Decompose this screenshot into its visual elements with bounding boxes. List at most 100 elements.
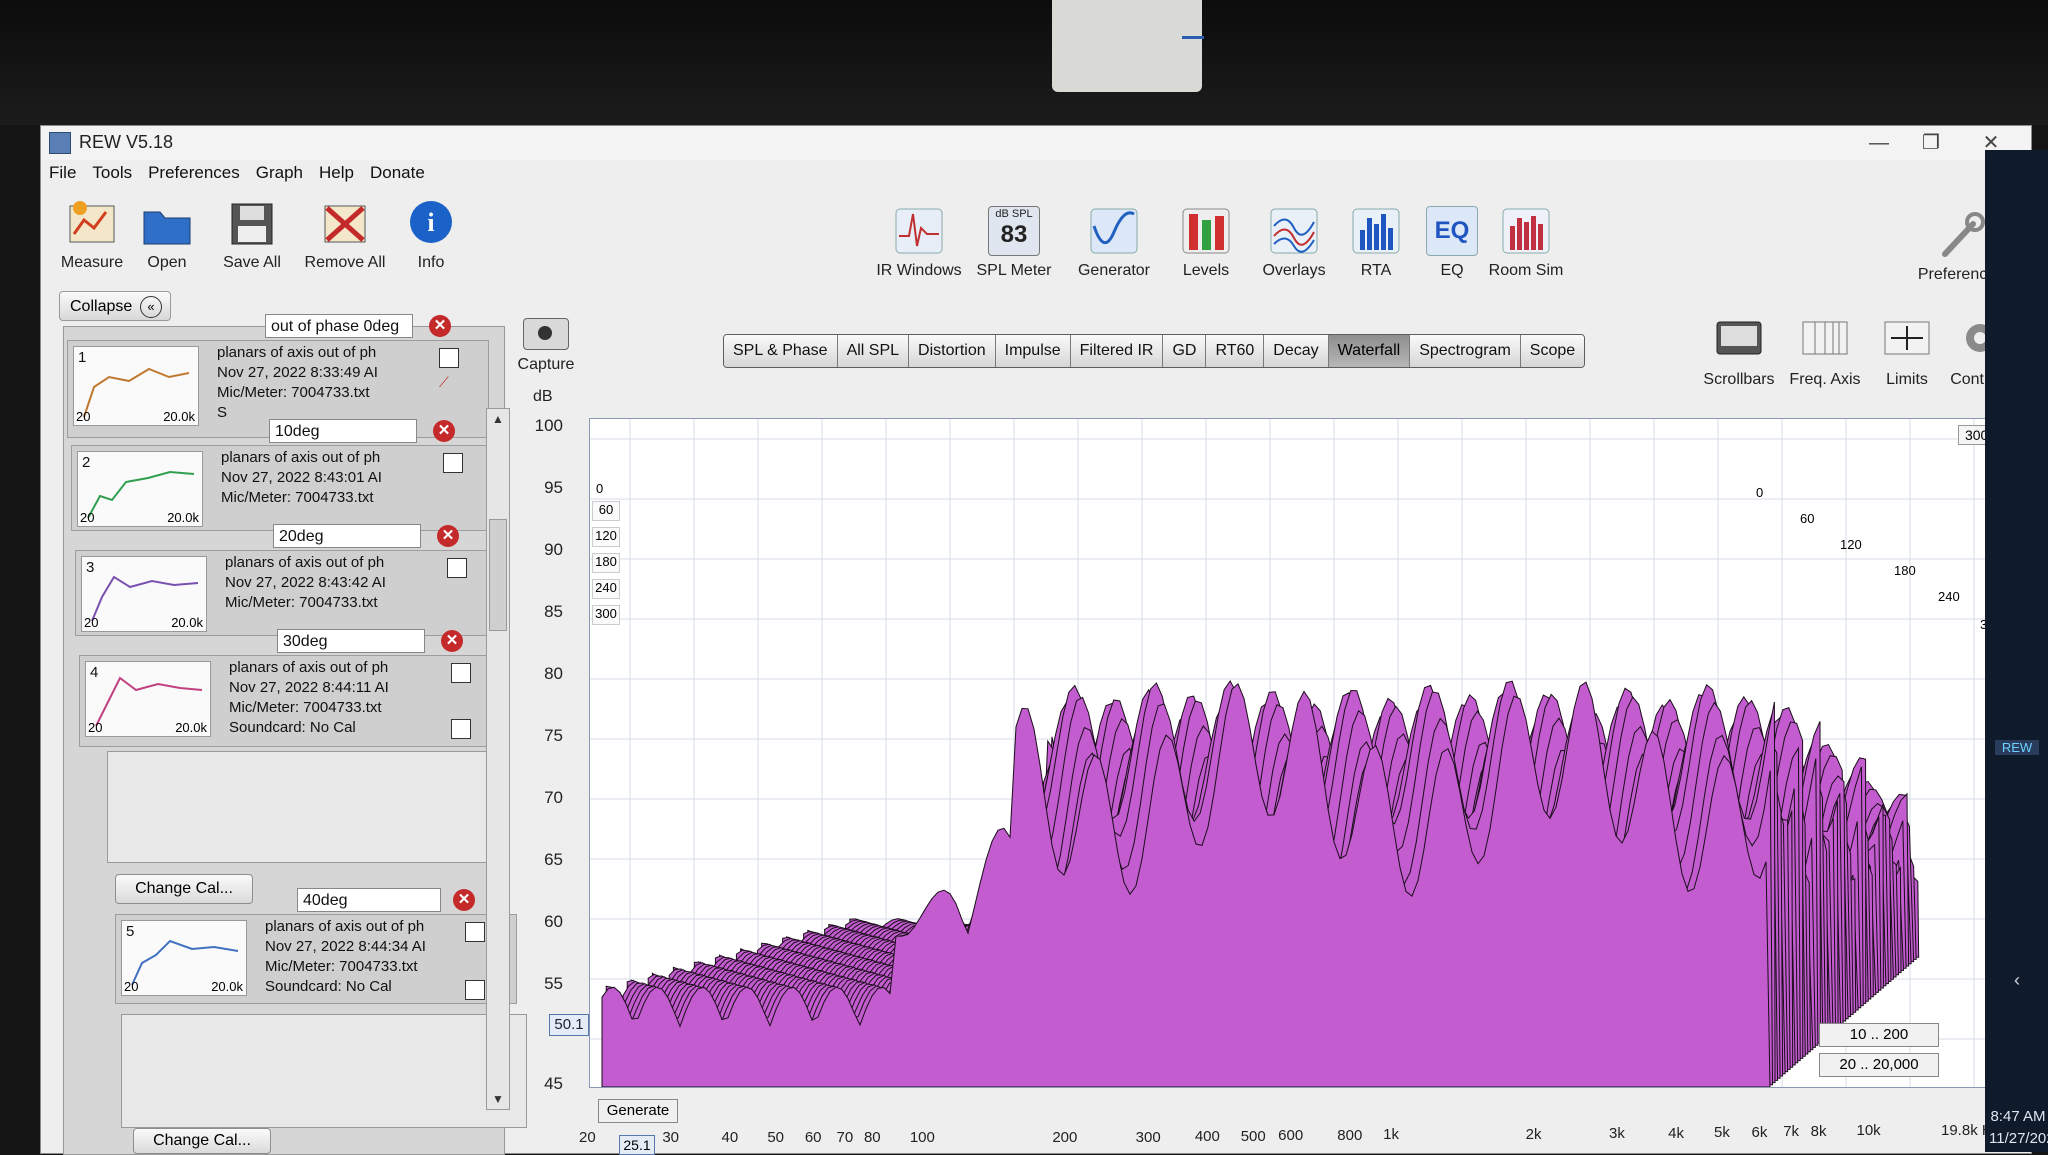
- save-all-button[interactable]: Save All: [217, 198, 287, 272]
- measurement-name-field[interactable]: 30deg: [277, 629, 425, 653]
- y-tick: 100: [534, 416, 563, 435]
- x-tick: 200: [1052, 1129, 1078, 1146]
- remove-all-button[interactable]: Remove All: [297, 198, 393, 272]
- time-range-a[interactable]: 10 .. 200: [1819, 1023, 1939, 1047]
- limits-label: Limits: [1886, 371, 1928, 388]
- time-label-right: 0: [1756, 485, 1764, 500]
- measure-button[interactable]: Measure: [57, 198, 127, 272]
- graph-icon[interactable]: [447, 558, 467, 578]
- capture-button[interactable]: Capture: [511, 318, 581, 374]
- change-cal-button[interactable]: Change Cal...: [133, 1128, 271, 1154]
- scroll-down-icon[interactable]: ▼: [487, 1089, 509, 1109]
- camera-icon: [523, 318, 569, 350]
- levels-label: Levels: [1182, 262, 1230, 279]
- tab-rt60[interactable]: RT60: [1206, 335, 1265, 367]
- measurement-thumbnail[interactable]: 2 20 20.0k: [77, 451, 203, 527]
- delete-icon[interactable]: ✕: [453, 889, 475, 911]
- delete-icon[interactable]: ✕: [441, 630, 463, 652]
- menu-preferences[interactable]: Preferences: [140, 160, 248, 186]
- open-button[interactable]: Open: [137, 198, 197, 272]
- time-label-right: 240: [1938, 589, 1960, 604]
- tab-decay[interactable]: Decay: [1264, 335, 1329, 367]
- menu-graph[interactable]: Graph: [248, 160, 311, 186]
- waterfall-plot[interactable]: 300ms 0 60 120 180 240 300 0 60 120 180 …: [589, 418, 2023, 1088]
- x-tick: 7k: [1783, 1123, 1800, 1140]
- room-sim-button[interactable]: Room Sim: [1481, 206, 1571, 280]
- rew-taskbar-badge[interactable]: REW: [1995, 740, 2039, 755]
- eq-label: EQ: [1440, 262, 1464, 279]
- graph-icon[interactable]: [443, 453, 463, 473]
- measurement-mic: Mic/Meter: 7004733.txt: [229, 699, 382, 716]
- spl-meter-icon: dB SPL 83: [988, 206, 1040, 256]
- graph-icon[interactable]: [451, 663, 471, 683]
- measurement-name-field[interactable]: 40deg: [297, 888, 441, 912]
- tab-spl-phase[interactable]: SPL & Phase: [724, 335, 838, 367]
- time-label-left: 180: [592, 553, 620, 573]
- levels-button[interactable]: Levels: [1171, 206, 1241, 280]
- time-label-right: 180: [1894, 563, 1916, 578]
- ir-windows-button[interactable]: IR Windows: [871, 206, 967, 280]
- tab-distortion[interactable]: Distortion: [909, 335, 996, 367]
- measurement-notes: planars of axis out of ph: [265, 918, 425, 935]
- freq-axis-icon: [1785, 318, 1865, 363]
- measurement-name-field[interactable]: out of phase 0deg: [265, 314, 413, 338]
- graph-icon[interactable]: [465, 922, 485, 942]
- minimize-button[interactable]: —: [1853, 126, 1905, 160]
- delete-icon[interactable]: ✕: [433, 420, 455, 442]
- remove-all-label: Remove All: [304, 254, 386, 271]
- delete-icon[interactable]: ✕: [437, 525, 459, 547]
- tab-waterfall[interactable]: Waterfall: [1328, 335, 1411, 367]
- scroll-up-icon[interactable]: ▲: [487, 409, 509, 429]
- tab-impulse[interactable]: Impulse: [995, 335, 1071, 367]
- measurement-item[interactable]: 10deg ✕ 2 20 20.0k planars of axis out o…: [71, 419, 511, 531]
- eq-button[interactable]: EQ EQ: [1417, 206, 1487, 280]
- x-tick: 6k: [1751, 1123, 1768, 1141]
- scroll-thumb[interactable]: [489, 519, 507, 631]
- menu-help[interactable]: Help: [311, 160, 362, 186]
- generator-button[interactable]: Generator: [1071, 206, 1157, 280]
- measurement-name-field[interactable]: 20deg: [273, 524, 421, 548]
- delete-icon[interactable]: ✕: [429, 315, 451, 337]
- measurements-scrollbar[interactable]: ▲ ▼: [486, 408, 510, 1110]
- tab-all-spl[interactable]: All SPL: [837, 335, 910, 367]
- titlebar: REW V5.18 — ❐ ✕: [41, 126, 2031, 160]
- window-title: REW V5.18: [79, 132, 174, 152]
- graph-icon[interactable]: [439, 348, 459, 368]
- menubar: File Tools Preferences Graph Help Donate: [41, 160, 2031, 186]
- chevron-left-icon[interactable]: ‹: [1995, 970, 2039, 991]
- rta-button[interactable]: RTA: [1341, 206, 1411, 280]
- tab-gd[interactable]: GD: [1163, 335, 1207, 367]
- measurement-name-field[interactable]: 10deg: [269, 419, 417, 443]
- measurement-thumbnail[interactable]: 4 20 20.0k: [85, 661, 211, 737]
- measurement-thumbnail[interactable]: 1 20 20.0k: [73, 346, 199, 426]
- y-tick: 70: [544, 788, 563, 807]
- menu-tools[interactable]: Tools: [84, 160, 140, 186]
- document-icon[interactable]: [465, 980, 485, 1000]
- tab-scope[interactable]: Scope: [1520, 335, 1585, 367]
- x-tick: 50: [767, 1129, 785, 1146]
- x-tick: 70: [836, 1129, 854, 1146]
- measurement-item[interactable]: 40deg ✕ 5 20 20.0k planars of axis out o…: [115, 888, 535, 1004]
- measurement-thumbnail[interactable]: 3 20 20.0k: [81, 556, 207, 632]
- info-button[interactable]: i Info: [403, 198, 459, 272]
- time-range-b[interactable]: 20 .. 20,000: [1819, 1053, 1939, 1077]
- measurement-item[interactable]: 30deg ✕ 4 20 20.0k planars of axis out o…: [79, 629, 519, 747]
- spl-meter-button[interactable]: dB SPL 83 SPL Meter: [971, 206, 1057, 280]
- measurement-item[interactable]: 20deg ✕ 3 20 20.0k planars of axis out o…: [75, 524, 515, 636]
- scrollbars-button[interactable]: Scrollbars: [1699, 318, 1779, 389]
- menu-file[interactable]: File: [41, 160, 84, 186]
- pencil-icon[interactable]: ⟋: [439, 374, 457, 392]
- tab-filtered-ir[interactable]: Filtered IR: [1070, 335, 1164, 367]
- menu-donate[interactable]: Donate: [362, 160, 433, 186]
- overlays-button[interactable]: Overlays: [1251, 206, 1337, 280]
- limits-button[interactable]: Limits: [1877, 318, 1937, 389]
- measurement-thumbnail[interactable]: 5 20 20.0k: [121, 920, 247, 996]
- tab-spectrogram[interactable]: Spectrogram: [1410, 335, 1521, 367]
- freq-axis-button[interactable]: Freq. Axis: [1785, 318, 1865, 389]
- save-icon: [226, 198, 278, 248]
- measurement-item[interactable]: out of phase 0deg ✕ 1 20 20.0k planars o…: [67, 314, 507, 438]
- overlays-label: Overlays: [1262, 262, 1326, 279]
- generate-button[interactable]: Generate: [598, 1099, 678, 1123]
- document-icon[interactable]: [451, 719, 471, 739]
- restore-button[interactable]: ❐: [1905, 126, 1957, 160]
